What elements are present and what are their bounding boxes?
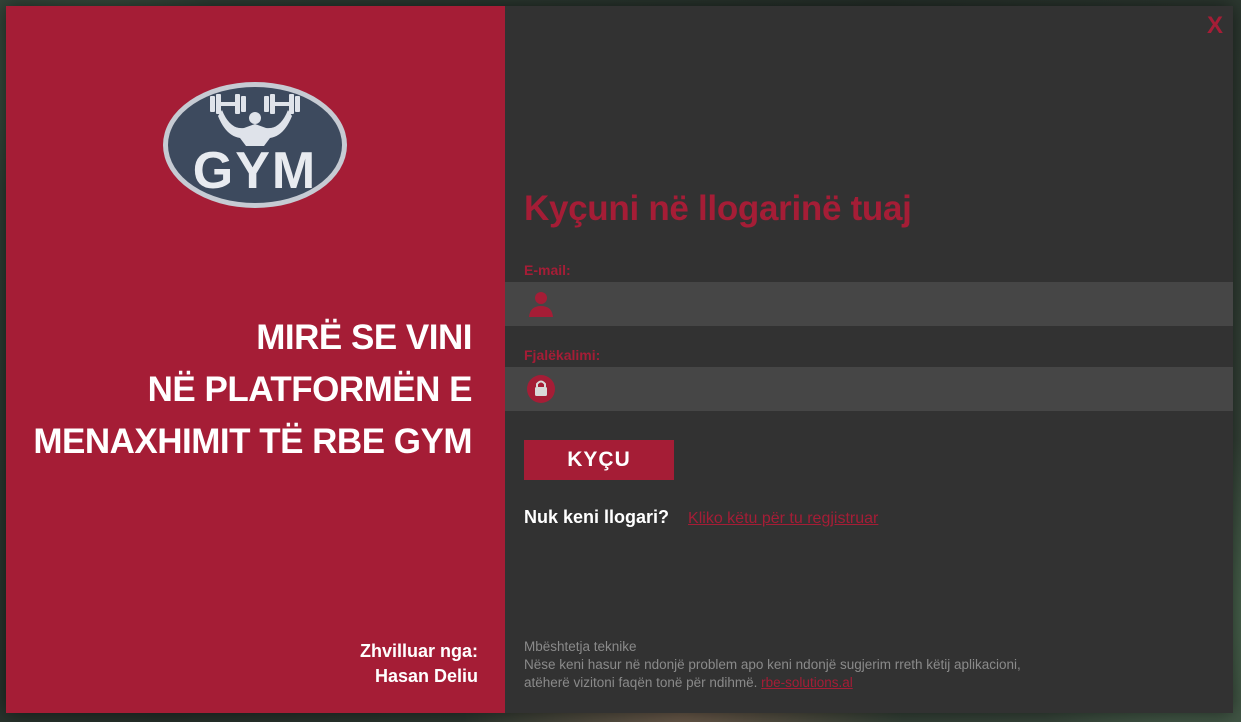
no-account-text: Nuk keni llogari?: [524, 507, 670, 527]
lock-icon: [527, 375, 555, 403]
email-label: E-mail:: [524, 262, 571, 278]
support-link[interactable]: rbe-solutions.al: [761, 675, 853, 690]
login-button[interactable]: KYÇU: [524, 440, 674, 480]
welcome-panel: GYM MIRË SE VINI NË PLATFORMËN E MENAXHI…: [6, 6, 505, 713]
password-input[interactable]: [568, 368, 1233, 410]
support-heading: Mbështetja teknike: [524, 639, 637, 654]
login-title: Kyçuni në llogarinë tuaj: [524, 189, 912, 228]
email-field[interactable]: [505, 282, 1233, 326]
register-link[interactable]: Kliko këtu për tu regjistruar: [688, 510, 878, 527]
developer-name: Hasan Deliu: [374, 666, 478, 686]
developer-credit: Zhvilluar nga: Hasan Deliu: [360, 639, 478, 689]
support-info: Mbështetja teknike Nëse keni hasur në nd…: [524, 638, 1021, 692]
support-line-1: Nëse keni hasur në ndonjë problem apo ke…: [524, 657, 1021, 672]
register-prompt: Nuk keni llogari? Kliko këtu për tu regj…: [524, 507, 878, 528]
login-panel: X Kyçuni në llogarinë tuaj E-mail: Fjalë…: [505, 6, 1233, 713]
email-input[interactable]: [568, 283, 1233, 325]
welcome-heading: MIRË SE VINI NË PLATFORMËN E MENAXHIMIT …: [2, 312, 472, 468]
gym-logo: GYM: [163, 82, 347, 208]
close-button[interactable]: X: [1207, 12, 1223, 40]
welcome-line-2: NË PLATFORMËN E: [147, 370, 473, 409]
logo-text: GYM: [193, 142, 317, 200]
welcome-line-3: MENAXHIMIT TË RBE GYM: [33, 422, 472, 461]
login-window: GYM MIRË SE VINI NË PLATFORMËN E MENAXHI…: [6, 6, 1233, 713]
developed-by-label: Zhvilluar nga:: [359, 641, 478, 661]
support-line-2: atëherë vizitoni faqën tonë për ndihmë. …: [524, 674, 1021, 692]
user-icon: [529, 292, 553, 317]
welcome-line-1: MIRË SE VINI: [256, 318, 472, 357]
password-field[interactable]: [505, 367, 1233, 411]
password-label: Fjalëkalimi:: [524, 347, 601, 363]
support-line-2-text: atëherë vizitoni faqën tonë për ndihmë.: [524, 675, 758, 690]
